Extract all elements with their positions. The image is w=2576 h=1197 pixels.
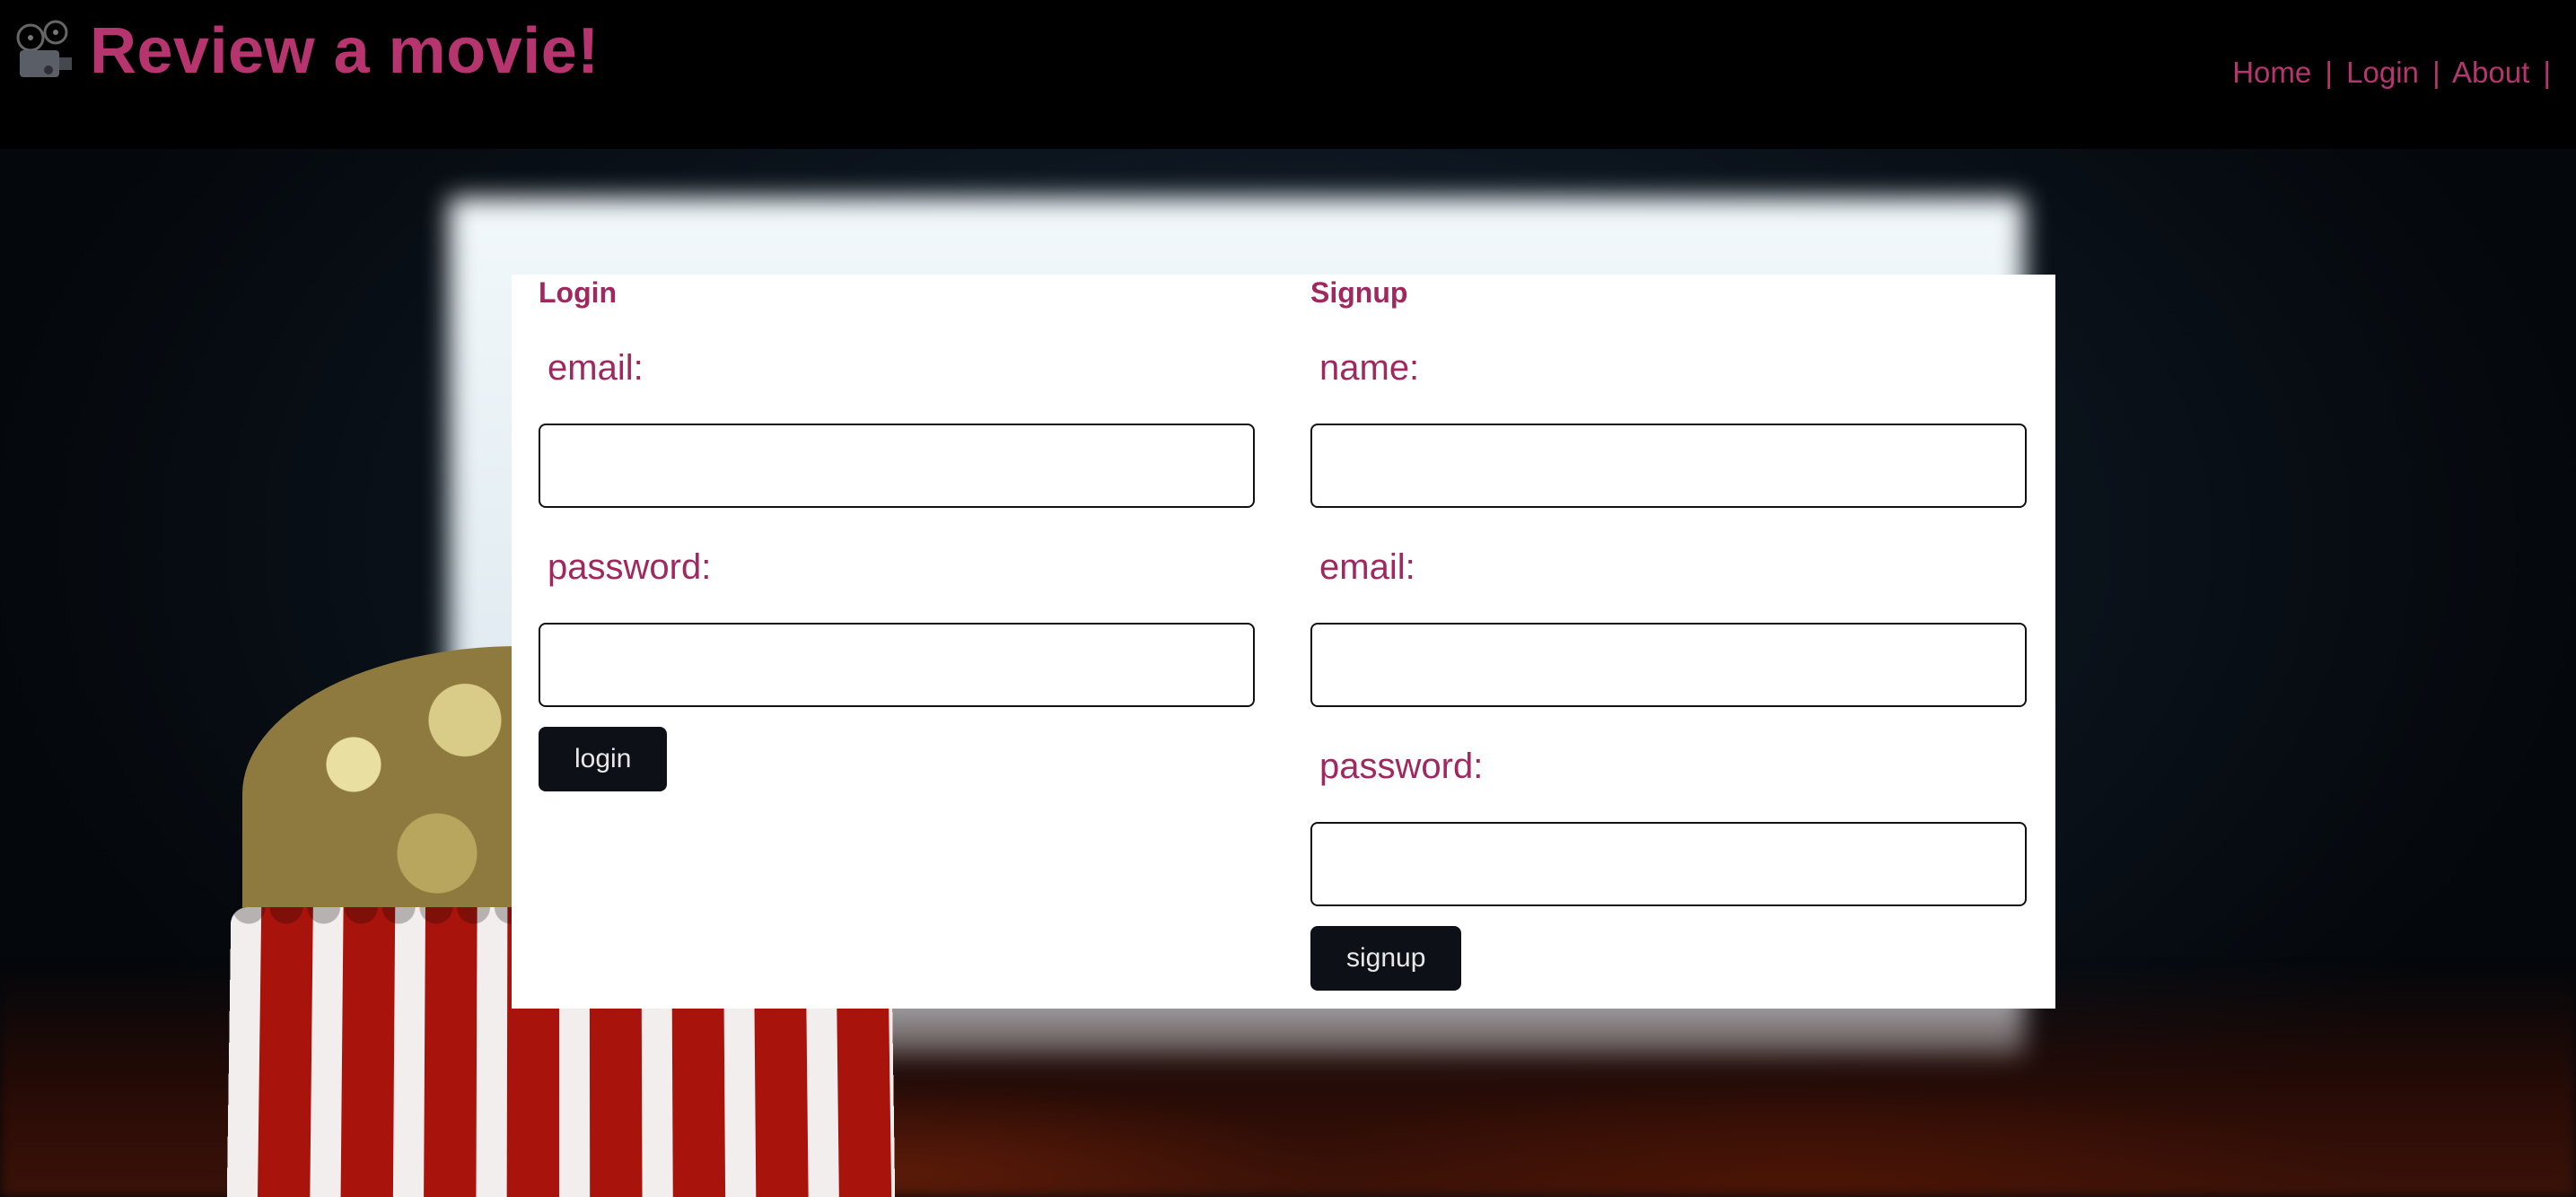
signup-title: Signup bbox=[1310, 276, 1408, 309]
signup-button[interactable]: signup bbox=[1310, 926, 1462, 991]
auth-panel: Login email: password: login Signup name… bbox=[512, 275, 2055, 1009]
login-email-input[interactable] bbox=[539, 424, 1255, 508]
site-header: Review a movie! Home | Login | About | bbox=[0, 0, 2576, 149]
signup-email-input[interactable] bbox=[1310, 623, 2027, 707]
nav-home-link[interactable]: Home bbox=[2232, 56, 2311, 89]
main-nav: Home | Login | About | bbox=[2232, 56, 2556, 90]
login-button[interactable]: login bbox=[539, 727, 668, 791]
signup-email-label: email: bbox=[1319, 547, 1415, 587]
nav-separator: | bbox=[2432, 56, 2440, 89]
nav-login-link[interactable]: Login bbox=[2346, 56, 2419, 89]
nav-separator: | bbox=[2543, 56, 2551, 89]
nav-about-link[interactable]: About bbox=[2452, 56, 2529, 89]
login-email-label: email: bbox=[548, 348, 644, 388]
signup-name-input[interactable] bbox=[1310, 424, 2027, 508]
login-title: Login bbox=[539, 276, 618, 309]
signup-password-input[interactable] bbox=[1310, 822, 2027, 906]
login-password-label: password: bbox=[548, 547, 712, 587]
signup-password-label: password: bbox=[1319, 747, 1484, 786]
site-title: Review a movie! bbox=[90, 15, 600, 87]
nav-separator: | bbox=[2325, 56, 2333, 89]
login-password-input[interactable] bbox=[539, 623, 1255, 707]
signup-name-label: name: bbox=[1319, 348, 1420, 388]
movie-projector-icon bbox=[16, 20, 72, 77]
